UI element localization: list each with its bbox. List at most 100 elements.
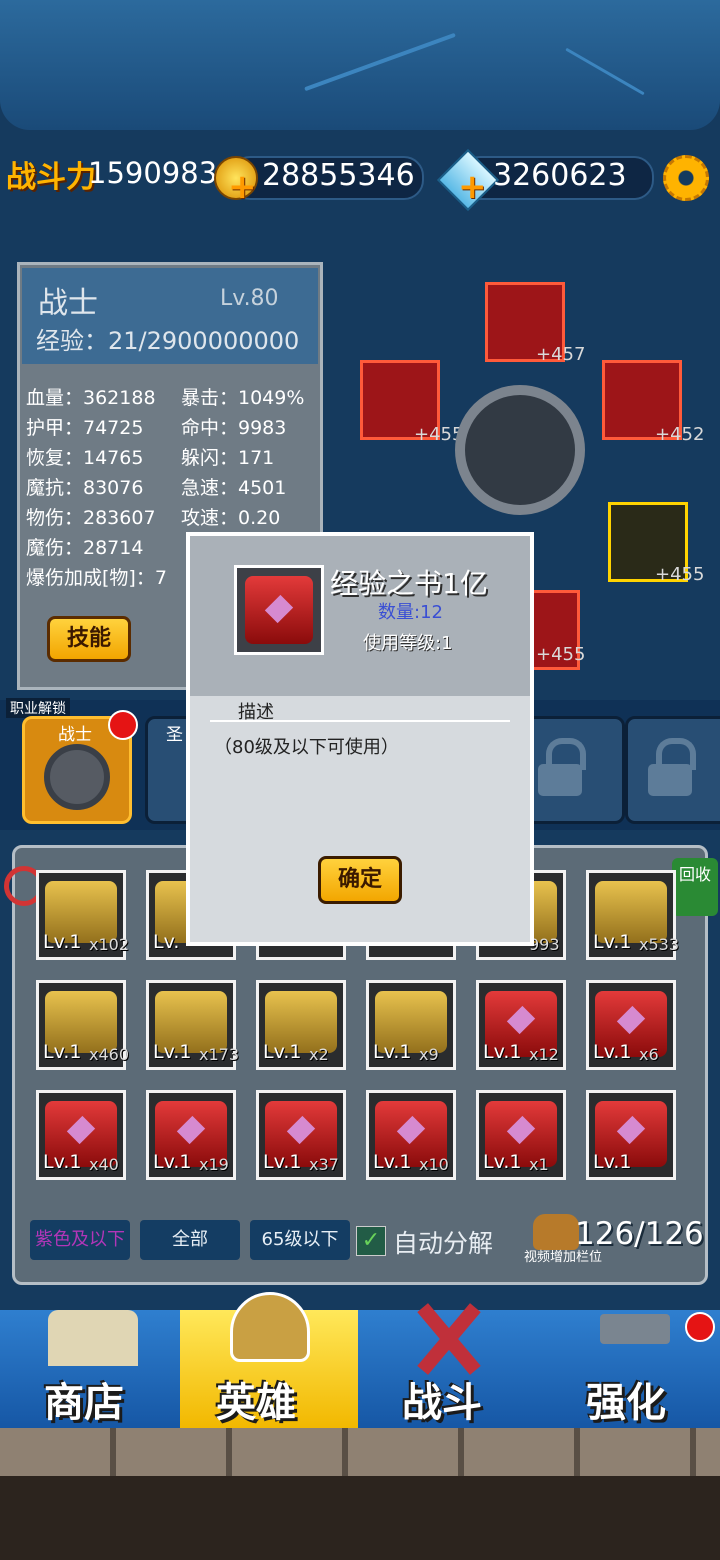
stat-magic-resist: 魔抗：83076 <box>26 477 144 499</box>
tab-label: 强化 <box>586 1380 666 1426</box>
stat-crit: 暴击：1049% <box>181 387 305 409</box>
warrior-sword-icon <box>44 744 110 810</box>
filter-all[interactable]: 全部 <box>140 1220 240 1260</box>
inventory-slot[interactable]: Lv.1 x6 <box>586 980 676 1070</box>
slot-count: x40 <box>89 1155 119 1174</box>
inventory-slot[interactable]: Lv.1 x9 <box>366 980 456 1070</box>
stat-magic-dmg: 魔伤：28714 <box>26 537 144 559</box>
lock-icon <box>538 764 582 796</box>
lock-icon <box>648 764 692 796</box>
sky-background <box>0 0 720 130</box>
hammer-icon <box>600 1314 670 1344</box>
slot-level: Lv.1 <box>593 1041 632 1063</box>
stat-hp: 血量：362188 <box>26 387 156 409</box>
item-use-level: 使用等级:1 <box>363 633 453 654</box>
exp-book-icon <box>234 565 324 655</box>
inventory-slot[interactable]: Lv.1 <box>586 1090 676 1180</box>
gold-value: 28855346 <box>262 158 415 193</box>
hero-class-name: 战士 <box>38 286 98 321</box>
inventory-slot[interactable]: Lv.1 x460 <box>36 980 130 1070</box>
slot-count: x6 <box>639 1045 659 1064</box>
hero-helmet-icon <box>230 1292 310 1362</box>
auto-decompose-checkbox[interactable]: ✓ <box>356 1226 386 1256</box>
inventory-slot[interactable]: Lv.1 x102 <box>36 870 130 960</box>
notification-dot <box>108 710 138 740</box>
recycle-button[interactable]: 回收 <box>672 858 718 916</box>
hero-exp: 经验：21/2900000000 <box>36 327 300 355</box>
tab-shop[interactable]: 商店 <box>0 1310 178 1428</box>
slot-count: x12 <box>529 1045 559 1064</box>
diamond-value: 3260623 <box>493 158 627 193</box>
slot-level: Lv.1 <box>153 1151 192 1173</box>
slot-level: Lv.1 <box>43 1041 82 1063</box>
video-add-slot-label[interactable]: 视频增加栏位 <box>524 1246 602 1265</box>
slot-level: Lv.1 <box>483 1151 522 1173</box>
slot-count: x10 <box>419 1155 449 1174</box>
item-description: （80级及以下可使用） <box>214 737 399 758</box>
tab-hero[interactable]: 英雄 <box>180 1292 358 1428</box>
crossed-swords-icon <box>400 1298 496 1375</box>
equip-bonus: +457 <box>536 344 586 365</box>
equip-bonus: +455 <box>655 564 705 585</box>
inventory-slot[interactable]: Lv.1 x533 <box>586 870 680 960</box>
slot-count: x19 <box>199 1155 229 1174</box>
slot-count: x9 <box>419 1045 439 1064</box>
slot-level: Lv.1 <box>263 1151 302 1173</box>
stone-ledge <box>0 1428 720 1476</box>
tab-label: 英雄 <box>216 1380 296 1426</box>
shop-icon <box>48 1310 138 1366</box>
stat-regen: 恢复：14765 <box>26 447 144 469</box>
stat-atk-speed: 攻速：0.20 <box>181 507 281 529</box>
bottom-floor <box>0 1476 720 1560</box>
stat-hit: 命中：9983 <box>181 417 287 439</box>
slot-level: Lv.1 <box>593 1151 632 1173</box>
add-gold-icon[interactable]: + <box>228 170 257 204</box>
inventory-slot[interactable]: Lv.1 x12 <box>476 980 566 1070</box>
class-unlock-label: 职业解锁 <box>6 698 70 718</box>
power-label: 战斗力 <box>6 160 96 195</box>
slot-level: Lv.1 <box>373 1041 412 1063</box>
slot-level: Lv. <box>153 931 180 953</box>
slot-level: Lv.1 <box>43 931 82 953</box>
filter-purple-below[interactable]: 紫色及以下 <box>30 1220 130 1260</box>
slot-count: x533 <box>639 935 680 954</box>
slot-count: x2 <box>309 1045 329 1064</box>
slot-level: Lv.1 <box>263 1041 302 1063</box>
inventory-slot[interactable]: Lv.1 x10 <box>366 1090 456 1180</box>
stat-armor: 护甲：74725 <box>26 417 144 439</box>
slot-level: Lv.1 <box>43 1151 82 1173</box>
inventory-slot[interactable]: Lv.1 x1 <box>476 1090 566 1180</box>
tab-battle[interactable]: 战斗 <box>360 1303 538 1428</box>
slot-count: x1 <box>529 1155 549 1174</box>
skill-button[interactable]: 技能 <box>47 616 131 662</box>
slot-level: Lv.1 <box>593 931 632 953</box>
inventory-slot[interactable]: Lv.1 x37 <box>256 1090 346 1180</box>
inventory-slot[interactable]: Lv.1 x2 <box>256 980 346 1070</box>
inventory-slot[interactable]: Lv.1 x173 <box>146 980 240 1070</box>
tab-label: 商店 <box>44 1380 124 1426</box>
slot-level: Lv.1 <box>373 1151 412 1173</box>
item-quantity: 数量:12 <box>378 602 443 623</box>
class-emblem-icon <box>455 385 585 515</box>
divider <box>210 720 510 722</box>
slot-count: x102 <box>89 935 130 954</box>
confirm-button[interactable]: 确定 <box>318 856 402 904</box>
slot-level: Lv.1 <box>483 1041 522 1063</box>
item-title: 经验之书1亿 <box>330 567 488 600</box>
filter-level-65-below[interactable]: 65级以下 <box>250 1220 350 1260</box>
class-tile-label: 圣 <box>166 725 183 745</box>
add-diamond-icon[interactable]: + <box>458 170 487 204</box>
inventory-slot[interactable]: Lv.1 x40 <box>36 1090 126 1180</box>
stat-crit-dmg: 爆伤加成[物]：7 <box>26 567 167 589</box>
slot-count: x460 <box>89 1045 130 1064</box>
settings-gear-icon[interactable] <box>663 155 709 201</box>
tab-label: 战斗 <box>402 1380 482 1426</box>
slot-count: x173 <box>199 1045 240 1064</box>
bag-icon[interactable] <box>533 1214 579 1250</box>
inventory-slot[interactable]: Lv.1 x19 <box>146 1090 236 1180</box>
stat-haste: 急速：4501 <box>181 477 287 499</box>
stat-dodge: 躲闪：171 <box>181 447 275 469</box>
slot-count: x37 <box>309 1155 339 1174</box>
notification-dot <box>685 1312 715 1342</box>
slot-level: Lv.1 <box>153 1041 192 1063</box>
